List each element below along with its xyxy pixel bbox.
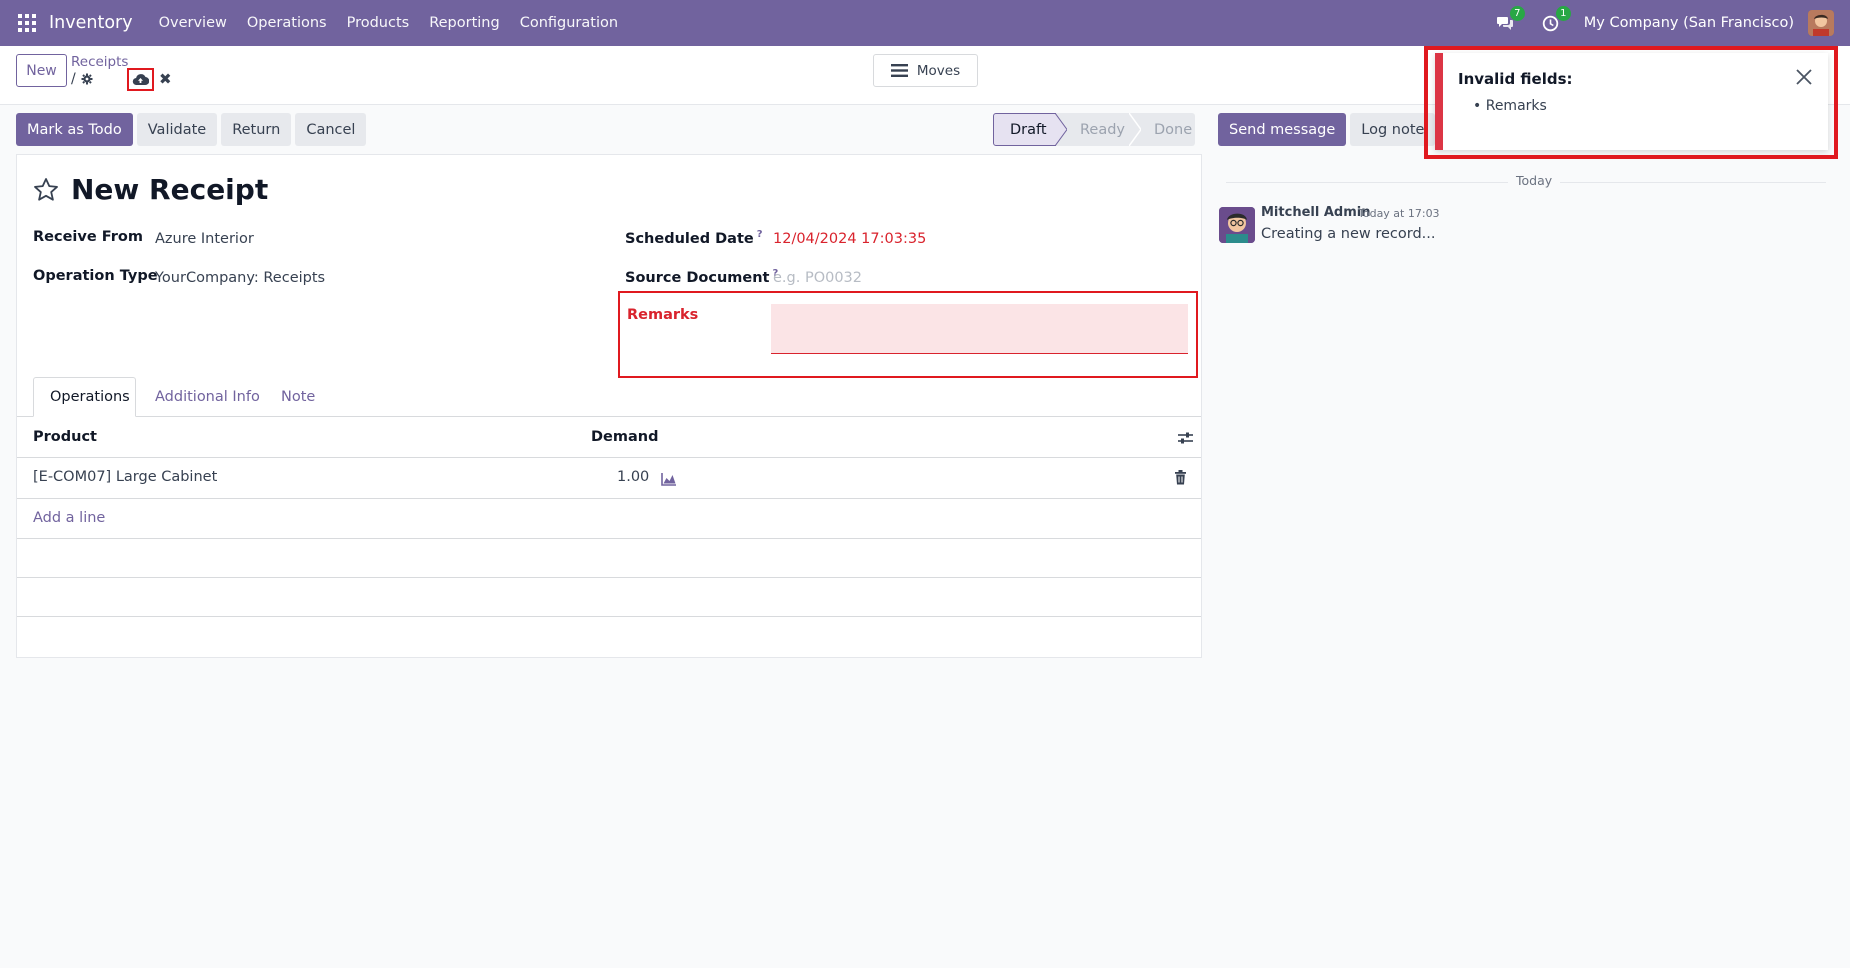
- menu-reporting[interactable]: Reporting: [429, 15, 500, 31]
- messages-badge: 7: [1509, 6, 1525, 21]
- cancel-button[interactable]: Cancel: [295, 113, 367, 146]
- row-product[interactable]: [E-COM07] Large Cabinet: [33, 469, 217, 485]
- company-switcher[interactable]: My Company (San Francisco): [1584, 15, 1794, 31]
- form-actions: Mark as Todo Validate Return Cancel: [16, 113, 370, 146]
- delete-icon[interactable]: [1174, 470, 1187, 485]
- source-document-input[interactable]: e.g. PO0032: [773, 270, 862, 286]
- table-header: Product Demand: [17, 418, 1201, 458]
- add-line-link[interactable]: Add a line: [33, 510, 105, 526]
- remarks-field-highlight: Remarks: [618, 291, 1198, 378]
- app-brand[interactable]: Inventory: [49, 13, 133, 33]
- operation-type-field[interactable]: YourCompany: Receipts: [155, 270, 325, 286]
- column-demand[interactable]: Demand: [591, 429, 658, 445]
- table-row[interactable]: [E-COM07] Large Cabinet 1.00: [17, 459, 1201, 499]
- gear-icon[interactable]: [81, 73, 93, 85]
- title-row: New Receipt: [33, 173, 268, 206]
- scheduled-date-field[interactable]: 12/04/2024 17:03:35: [773, 231, 926, 247]
- notification-highlight: [1424, 46, 1838, 159]
- menu-configuration[interactable]: Configuration: [520, 15, 618, 31]
- top-navbar: Inventory Overview Operations Products R…: [0, 0, 1850, 46]
- tab-note[interactable]: Note: [265, 377, 331, 417]
- save-button[interactable]: [127, 68, 154, 91]
- operation-type-label: Operation Type: [33, 268, 158, 284]
- receive-from-label: Receive From: [33, 229, 143, 245]
- app-menu-icon[interactable]: [18, 14, 36, 32]
- activities-button[interactable]: 1: [1538, 6, 1571, 36]
- message-time: Today at 17:03: [1358, 207, 1440, 220]
- cloud-upload-icon: [132, 74, 149, 86]
- discard-icon[interactable]: ✖: [159, 70, 172, 88]
- column-settings-icon[interactable]: [1178, 431, 1193, 445]
- breadcrumb-separator: /: [71, 71, 76, 87]
- menu-operations[interactable]: Operations: [247, 15, 327, 31]
- validate-button[interactable]: Validate: [136, 113, 218, 146]
- user-avatar[interactable]: [1808, 10, 1834, 36]
- mark-as-todo-button[interactable]: Mark as Todo: [16, 113, 133, 146]
- return-button[interactable]: Return: [221, 113, 292, 146]
- message-body: Creating a new record...: [1261, 226, 1436, 242]
- moves-smart-button[interactable]: Moves: [873, 54, 978, 87]
- new-button[interactable]: New: [16, 54, 67, 87]
- breadcrumb-current: /: [71, 71, 93, 87]
- remarks-label: Remarks: [627, 307, 699, 323]
- row-demand[interactable]: 1.00: [617, 469, 649, 485]
- message-author[interactable]: Mitchell Admin: [1261, 205, 1370, 220]
- form-sheet: New Receipt Receive From Azure Interior …: [16, 154, 1202, 658]
- date-separator: Today: [1508, 173, 1561, 188]
- scheduled-date-label: Scheduled Date?: [625, 229, 763, 247]
- chatter-actions: Send message Log note: [1218, 113, 1439, 146]
- remarks-input[interactable]: [771, 304, 1188, 354]
- source-document-label: Source Document?: [625, 268, 779, 286]
- moves-label: Moves: [916, 62, 961, 79]
- status-bar: Draft Ready Done: [993, 113, 1195, 146]
- log-note-button[interactable]: Log note: [1350, 113, 1436, 146]
- column-product[interactable]: Product: [33, 429, 97, 445]
- activities-badge: 1: [1555, 6, 1571, 21]
- notebook-tabs: Operations Additional Info Note: [17, 377, 1201, 417]
- help-icon[interactable]: ?: [757, 229, 763, 240]
- forecast-chart-icon[interactable]: [661, 472, 677, 486]
- tab-additional-info[interactable]: Additional Info: [139, 377, 276, 417]
- send-message-button[interactable]: Send message: [1218, 113, 1347, 146]
- empty-row: [17, 579, 1201, 617]
- record-title: New Receipt: [71, 173, 269, 206]
- star-icon[interactable]: [33, 177, 59, 203]
- menu-overview[interactable]: Overview: [159, 15, 227, 31]
- stage-draft[interactable]: Draft: [993, 113, 1067, 146]
- receive-from-field[interactable]: Azure Interior: [155, 231, 254, 247]
- messages-button[interactable]: 7: [1492, 6, 1525, 36]
- author-avatar: [1219, 207, 1255, 243]
- breadcrumb-receipts[interactable]: Receipts: [71, 54, 128, 70]
- add-line-row: Add a line: [17, 500, 1201, 539]
- list-icon: [890, 64, 908, 77]
- empty-row: [17, 540, 1201, 578]
- menu-products[interactable]: Products: [347, 15, 410, 31]
- tab-operations[interactable]: Operations: [33, 377, 136, 417]
